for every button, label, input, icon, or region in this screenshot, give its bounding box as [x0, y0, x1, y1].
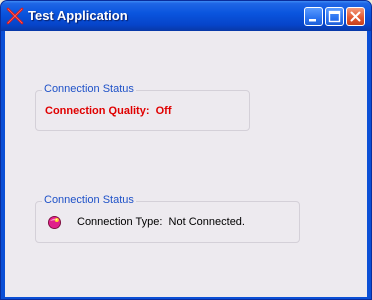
- connection-type-value: Not Connected.: [168, 216, 245, 228]
- title-bar[interactable]: Test Application: [1, 1, 371, 31]
- connection-status-icon: [47, 215, 62, 230]
- connection-type-group: Connection Status Connection Type: Not C…: [35, 194, 300, 243]
- connection-type-line: Connection Type: Not Connected.: [77, 216, 245, 228]
- minimize-button[interactable]: [304, 7, 323, 26]
- app-window: Test Application Connection Status Conne…: [0, 0, 372, 300]
- connection-quality-label: Connection Quality:: [45, 105, 150, 117]
- connection-type-label: Connection Type:: [77, 216, 163, 228]
- maximize-icon: [328, 10, 341, 23]
- connection-quality-value: Off: [155, 105, 172, 117]
- connection-quality-group: Connection Status Connection Quality: Of…: [35, 83, 250, 131]
- connection-quality-line: Connection Quality: Off: [45, 105, 172, 117]
- window-title: Test Application: [28, 8, 128, 23]
- group-legend: Connection Status: [42, 83, 136, 95]
- client-area: Connection Status Connection Quality: Of…: [5, 31, 367, 297]
- minimize-icon: [309, 19, 316, 22]
- close-icon: [350, 11, 361, 22]
- group-legend: Connection Status: [42, 194, 136, 206]
- close-button[interactable]: [346, 7, 365, 26]
- app-x-icon: [6, 7, 24, 25]
- maximize-button[interactable]: [325, 7, 344, 26]
